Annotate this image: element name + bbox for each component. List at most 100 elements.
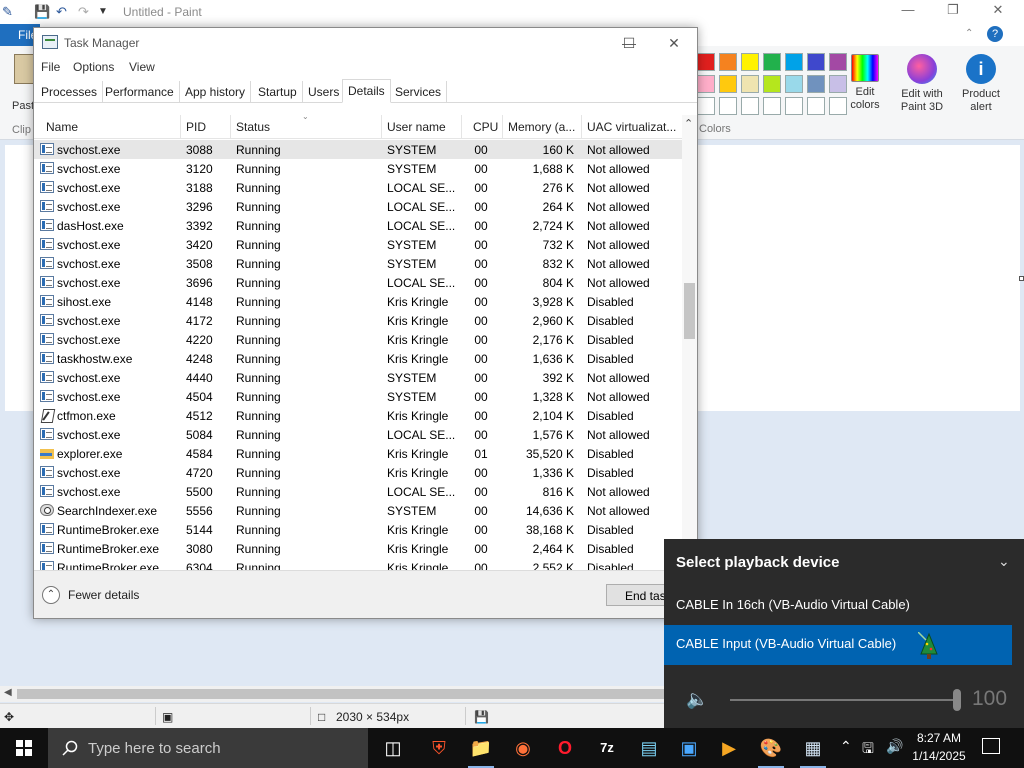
menu-view[interactable]: View: [129, 60, 155, 74]
process-row[interactable]: svchost.exe 3120 Running SYSTEM 00 1,688 K Not…: [34, 159, 682, 178]
process-row[interactable]: svchost.exe 3088 Running SYSTEM 00 160 K Not a…: [34, 140, 682, 159]
column-separator[interactable]: [461, 115, 462, 139]
process-row[interactable]: svchost.exe 3508 Running SYSTEM 00 832 K Not a…: [34, 254, 682, 273]
redo-icon[interactable]: ↷: [78, 4, 89, 20]
network-icon[interactable]: 🖫: [862, 738, 874, 762]
process-row[interactable]: RuntimeBroker.exe 6304 Running Kris Kringle…: [34, 558, 682, 570]
color-swatch[interactable]: [763, 75, 781, 93]
custom-color-swatch[interactable]: [829, 97, 847, 115]
process-row[interactable]: SearchIndexer.exe 5556 Running SYSTEM 00 14,6…: [34, 501, 682, 520]
firefox-icon[interactable]: ◉: [508, 734, 538, 762]
opera-icon[interactable]: O: [550, 734, 580, 762]
process-row[interactable]: svchost.exe 3696 Running LOCAL SE... 00 804 K…: [34, 273, 682, 292]
tab-users[interactable]: Users: [303, 81, 346, 103]
device-cable-input[interactable]: CABLE Input (VB-Audio Virtual Cable): [664, 625, 1012, 665]
color-swatch[interactable]: [697, 75, 715, 93]
color-swatch[interactable]: [807, 75, 825, 93]
scroll-left-icon[interactable]: ◀: [4, 687, 12, 698]
clock-date[interactable]: 1/14/2025: [912, 749, 966, 763]
scroll-up-icon[interactable]: ⌃: [684, 117, 693, 130]
paint-scroll-thumb[interactable]: [17, 689, 667, 699]
process-row[interactable]: svchost.exe 3296 Running LOCAL SE... 00 264 K…: [34, 197, 682, 216]
column-status[interactable]: Status: [236, 120, 270, 134]
custom-color-swatch[interactable]: [697, 97, 715, 115]
custom-color-swatch[interactable]: [785, 97, 803, 115]
monitor-app-icon[interactable]: ▣: [674, 734, 704, 762]
column-uac-virtualization[interactable]: UAC virtualizat...: [587, 120, 682, 134]
column-name[interactable]: Name: [46, 120, 78, 134]
process-row[interactable]: taskhostw.exe 4248 Running Kris Kringle 00 1,…: [34, 349, 682, 368]
color-swatch[interactable]: [741, 75, 759, 93]
product-alert-button[interactable]: i Product alert: [958, 54, 1004, 114]
edit-with-paint3d-button[interactable]: Edit with Paint 3D: [896, 54, 948, 114]
color-swatch[interactable]: [829, 53, 847, 71]
media-player-icon[interactable]: ▶: [714, 734, 744, 762]
column-separator[interactable]: [502, 115, 503, 139]
process-row[interactable]: svchost.exe 4440 Running SYSTEM 00 392 K Not a…: [34, 368, 682, 387]
process-row[interactable]: svchost.exe 5084 Running LOCAL SE... 00 1,576…: [34, 425, 682, 444]
process-row[interactable]: RuntimeBroker.exe 3080 Running Kris Kringle…: [34, 539, 682, 558]
tab-startup[interactable]: Startup: [253, 81, 303, 103]
process-row[interactable]: svchost.exe 4720 Running Kris Kringle 00 1,33…: [34, 463, 682, 482]
column-separator[interactable]: [381, 115, 382, 139]
edit-colors-button[interactable]: Edit colors: [846, 54, 884, 112]
undo-icon[interactable]: ↶: [56, 4, 67, 20]
process-row[interactable]: svchost.exe 4220 Running Kris Kringle 00 2,17…: [34, 330, 682, 349]
start-button[interactable]: [0, 728, 48, 768]
process-row[interactable]: svchost.exe 3420 Running SYSTEM 00 732 K Not a…: [34, 235, 682, 254]
7zip-icon[interactable]: 7z: [592, 734, 622, 762]
menu-options[interactable]: Options: [73, 60, 114, 74]
brave-icon[interactable]: ⛨: [424, 734, 454, 762]
color-swatch[interactable]: [785, 53, 803, 71]
chevron-down-icon[interactable]: ⌄: [998, 553, 1010, 570]
process-row[interactable]: svchost.exe 4172 Running Kris Kringle 00 2,96…: [34, 311, 682, 330]
color-swatch[interactable]: [807, 53, 825, 71]
taskbar-search-box[interactable]: Type here to search: [48, 728, 368, 768]
process-row[interactable]: svchost.exe 5500 Running LOCAL SE... 00 816 K…: [34, 482, 682, 501]
column-separator[interactable]: [180, 115, 181, 139]
file-explorer-icon[interactable]: 📁: [466, 734, 496, 768]
device-cable-in-16ch[interactable]: CABLE In 16ch (VB-Audio Virtual Cable): [664, 586, 1012, 626]
show-hidden-icons-icon[interactable]: ⌃: [840, 738, 852, 755]
task-manager-icon[interactable]: ▦: [798, 734, 828, 768]
task-manager-titlebar[interactable]: Task Manager —: [34, 28, 697, 58]
fewer-details-link[interactable]: Fewer details: [68, 588, 139, 602]
menu-file[interactable]: File: [41, 60, 60, 74]
tm-close-button[interactable]: ✕: [654, 32, 694, 54]
volume-icon[interactable]: 🔊: [886, 738, 903, 755]
custom-color-swatch[interactable]: [763, 97, 781, 115]
canvas-resize-handle[interactable]: [1019, 276, 1024, 281]
tm-maximize-button[interactable]: ☐: [609, 32, 649, 54]
paint-close-button[interactable]: ✕: [978, 2, 1018, 22]
tab-processes[interactable]: Processes: [36, 81, 104, 103]
color-swatch[interactable]: [741, 53, 759, 71]
custom-color-swatch[interactable]: [719, 97, 737, 115]
column-pid[interactable]: PID: [186, 120, 206, 134]
customize-qat-icon[interactable]: ▼: [98, 6, 108, 17]
task-view-icon[interactable]: ◫: [378, 734, 408, 762]
color-swatch[interactable]: [719, 75, 737, 93]
tab-details[interactable]: Details: [342, 79, 391, 103]
collapse-ribbon-icon[interactable]: ⌃: [965, 28, 973, 39]
clock-time[interactable]: 8:27 AM: [912, 731, 966, 745]
color-swatch[interactable]: [763, 53, 781, 71]
process-row[interactable]: RuntimeBroker.exe 5144 Running Kris Kringle…: [34, 520, 682, 539]
process-list-scroll-thumb[interactable]: [684, 283, 695, 339]
notification-center-icon[interactable]: [982, 738, 1000, 754]
tab-services[interactable]: Services: [390, 81, 448, 103]
color-swatch[interactable]: [785, 75, 803, 93]
volume-slider[interactable]: [730, 699, 960, 701]
chevron-up-icon[interactable]: ⌃: [42, 586, 60, 604]
volume-slider-thumb[interactable]: [953, 689, 961, 711]
custom-color-swatch[interactable]: [807, 97, 825, 115]
column-separator[interactable]: [230, 115, 231, 139]
column-cpu[interactable]: CPU: [473, 120, 498, 134]
speaker-icon[interactable]: 🔈: [686, 689, 708, 710]
save-icon[interactable]: 💾: [34, 4, 50, 20]
column-memory[interactable]: Memory (a...: [508, 120, 580, 134]
notepad-icon[interactable]: ▤: [634, 734, 664, 762]
tab-performance[interactable]: Performance: [100, 81, 180, 103]
process-row[interactable]: ctfmon.exe 4512 Running Kris Kringle 00 2,104…: [34, 406, 682, 425]
process-row[interactable]: explorer.exe 4584 Running Kris Kringle 01 35,…: [34, 444, 682, 463]
process-row[interactable]: dasHost.exe 3392 Running LOCAL SE... 00 2,724…: [34, 216, 682, 235]
